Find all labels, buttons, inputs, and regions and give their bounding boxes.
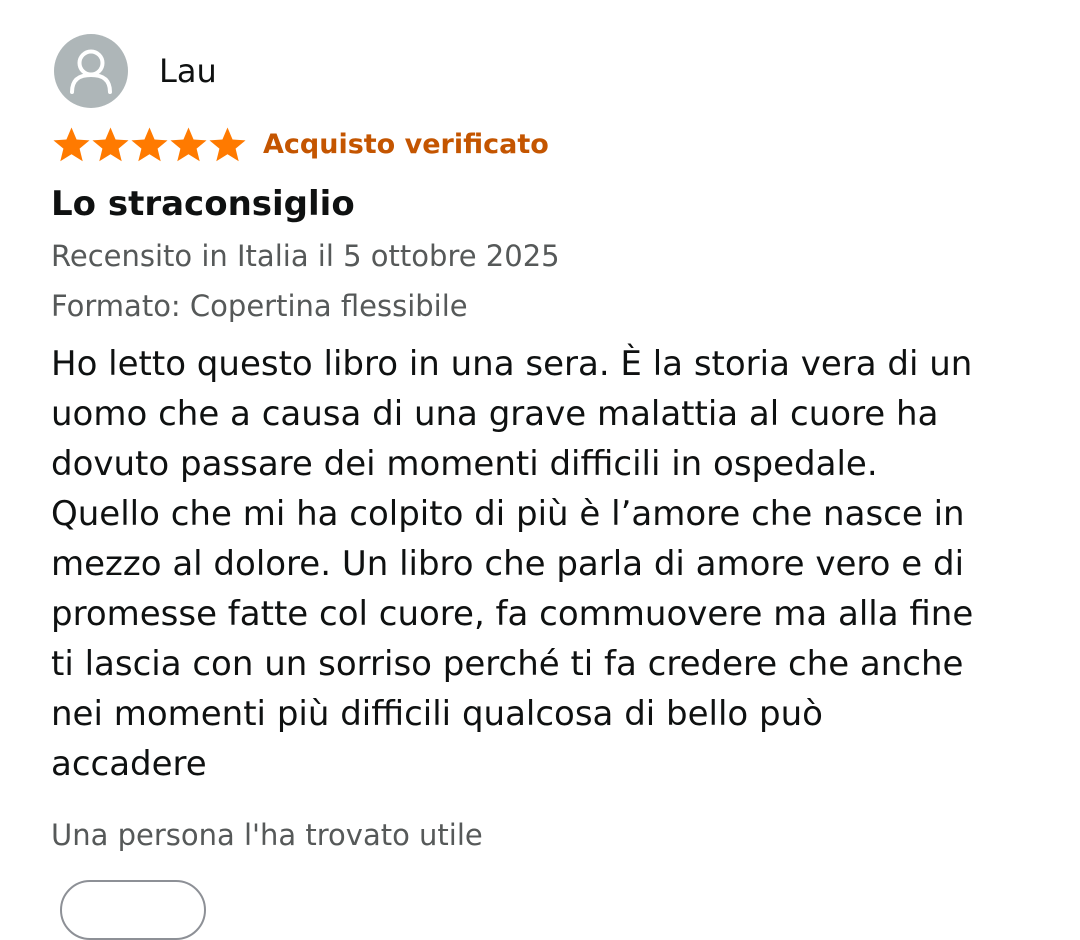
review-body-line: mezzo al dolore. Un libro che parla di a…	[51, 544, 965, 584]
review-author: Lau	[54, 34, 217, 108]
review-body-line: uomo che a causa di una grave malattia a…	[51, 394, 939, 434]
review-body-line: dovuto passare dei momenti difficili in …	[51, 444, 878, 484]
star-icon	[53, 127, 90, 162]
review-date: Recensito in Italia il 5 ottobre 2025	[51, 239, 560, 273]
review-format: Formato: Copertina flessibile	[51, 289, 468, 323]
helpful-count: Una persona l'ha trovato utile	[51, 818, 483, 852]
review-body-line: Ho letto questo libro in una sera. È la …	[51, 344, 973, 384]
review-body-line: accadere	[51, 744, 207, 784]
review-body: Ho letto questo libro in una sera. È la …	[51, 339, 1055, 789]
star-icon	[170, 127, 207, 162]
avatar	[54, 34, 128, 108]
author-name: Lau	[159, 52, 217, 90]
star-icon	[209, 127, 246, 162]
star-rating	[52, 125, 248, 165]
review-title: Lo straconsiglio	[51, 184, 355, 224]
review-body-line: ti lascia con un sorriso perché ti fa cr…	[51, 644, 964, 684]
person-icon	[70, 49, 112, 94]
verified-purchase-badge: Acquisto verificato	[263, 129, 549, 160]
review-body-line: promesse fatte col cuore, fa commuovere …	[51, 594, 974, 634]
star-icon	[131, 127, 168, 162]
helpful-button[interactable]	[60, 880, 206, 940]
review-card: Lau Acquisto verificato Lo straconsiglio…	[0, 0, 1080, 940]
review-body-line: Quello che mi ha colpito di più è l’amor…	[51, 494, 965, 534]
star-icon	[92, 127, 129, 162]
rating-row: Acquisto verificato	[52, 124, 549, 166]
review-body-line: nei momenti più difficili qualcosa di be…	[51, 694, 823, 734]
